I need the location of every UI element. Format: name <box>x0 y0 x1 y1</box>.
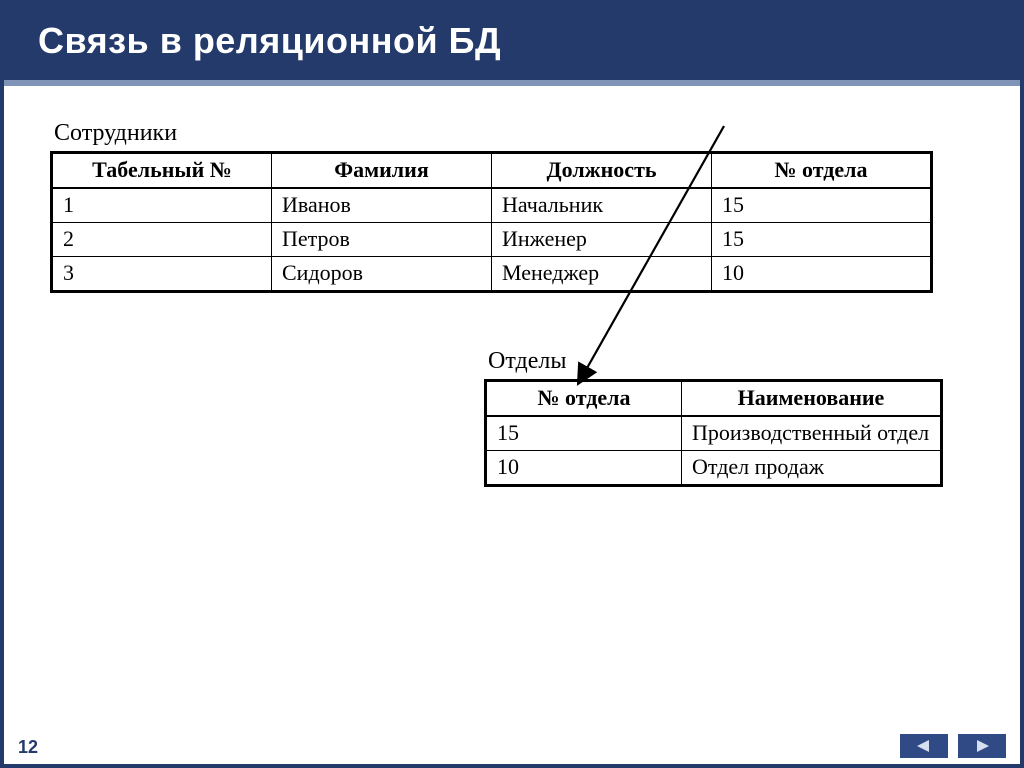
page-number: 12 <box>18 737 38 758</box>
slide: Связь в реляционной БД Сотрудники Табель… <box>0 0 1024 768</box>
employees-table: Табельный № Фамилия Должность № отдела 1… <box>50 151 933 293</box>
cell: 10 <box>712 257 932 292</box>
employees-header: Фамилия <box>272 153 492 189</box>
table-row: 15 Производственный отдел <box>486 416 942 451</box>
departments-header: № отдела <box>486 381 682 417</box>
departments-table-wrap: Отделы № отдела Наименование 15 Производ… <box>484 348 940 487</box>
departments-header: Наименование <box>682 381 942 417</box>
next-button[interactable] <box>958 734 1006 758</box>
cell: Начальник <box>492 188 712 223</box>
employees-table-wrap: Сотрудники Табельный № Фамилия Должность… <box>50 120 930 293</box>
table-row: 3 Сидоров Менеджер 10 <box>52 257 932 292</box>
cell: 15 <box>486 416 682 451</box>
employees-header-row: Табельный № Фамилия Должность № отдела <box>52 153 932 189</box>
cell: Сидоров <box>272 257 492 292</box>
employees-label: Сотрудники <box>54 120 930 147</box>
table-row: 10 Отдел продаж <box>486 451 942 486</box>
table-row: 1 Иванов Начальник 15 <box>52 188 932 223</box>
departments-header-row: № отдела Наименование <box>486 381 942 417</box>
cell: Инженер <box>492 223 712 257</box>
cell: 15 <box>712 188 932 223</box>
slide-content: Сотрудники Табельный № Фамилия Должность… <box>4 86 1020 293</box>
cell: 10 <box>486 451 682 486</box>
departments-table: № отдела Наименование 15 Производственны… <box>484 379 943 487</box>
employees-header: Табельный № <box>52 153 272 189</box>
cell: Производственный отдел <box>682 416 942 451</box>
prev-button[interactable] <box>900 734 948 758</box>
title-bar: Связь в реляционной БД <box>4 4 1020 86</box>
slide-title: Связь в реляционной БД <box>38 20 986 62</box>
departments-label: Отделы <box>488 348 940 375</box>
cell: Отдел продаж <box>682 451 942 486</box>
cell: Менеджер <box>492 257 712 292</box>
cell: 1 <box>52 188 272 223</box>
cell: Петров <box>272 223 492 257</box>
employees-header: Должность <box>492 153 712 189</box>
nav-buttons <box>900 734 1006 758</box>
cell: 2 <box>52 223 272 257</box>
triangle-right-icon <box>973 739 991 753</box>
cell: 15 <box>712 223 932 257</box>
table-row: 2 Петров Инженер 15 <box>52 223 932 257</box>
cell: Иванов <box>272 188 492 223</box>
triangle-left-icon <box>915 739 933 753</box>
cell: 3 <box>52 257 272 292</box>
employees-header: № отдела <box>712 153 932 189</box>
